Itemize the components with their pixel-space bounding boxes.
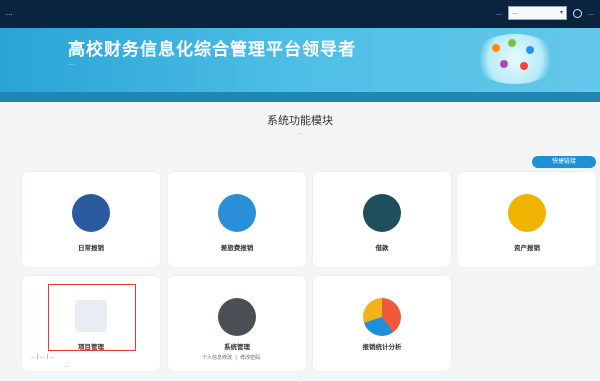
sublink-3[interactable]: …: [50, 354, 55, 360]
section-subtitle: …: [297, 130, 303, 136]
project-sublinks-2: …: [64, 363, 69, 369]
banner-ground: [0, 92, 600, 102]
module-card-system-management[interactable]: 系统管理 个人信息修改 | 修改密码: [168, 276, 306, 371]
system-name: …: [6, 9, 13, 17]
module-card-asset-reimbursement[interactable]: 资产报销: [458, 172, 596, 267]
module-label: 系统管理: [224, 343, 250, 351]
pie-chart-icon: [363, 298, 401, 336]
banner-title: 高校财务信息化综合管理平台领导者: [68, 40, 356, 60]
module-label: 差旅费报销: [220, 244, 254, 252]
module-label: 资产报销: [514, 244, 540, 252]
highlight-box: [48, 284, 136, 351]
module-card-loan[interactable]: 借款: [313, 172, 451, 267]
help-icon[interactable]: [573, 8, 582, 18]
sublink-1[interactable]: …: [30, 354, 35, 360]
top-right-link[interactable]: …: [588, 10, 594, 17]
network-tree-illustration: [472, 34, 558, 84]
module-label: 借款: [375, 244, 389, 252]
project-sublinks: … | … | …: [30, 354, 55, 360]
module-card-travel-reimbursement[interactable]: 差旅费报销: [168, 172, 306, 267]
top-right-area: … … …: [496, 6, 594, 20]
current-user: …: [496, 9, 502, 17]
calculator-icon: [508, 194, 546, 232]
gear-icon: [218, 298, 256, 336]
module-label: 报销统计分析: [362, 343, 402, 351]
coin-person-icon: [72, 194, 110, 232]
sublink-profile[interactable]: 个人信息修改: [202, 355, 232, 361]
module-label: 日常报销: [78, 244, 104, 252]
footer-text: …: [297, 374, 303, 379]
module-card-reimbursement-statistics[interactable]: 报销统计分析: [313, 276, 451, 371]
module-select[interactable]: …: [508, 6, 567, 20]
hero-banner: 高校财务信息化综合管理平台领导者 …: [0, 28, 600, 102]
top-bar: … … … …: [0, 0, 600, 28]
sublink-2[interactable]: …: [40, 354, 45, 360]
wallet-icon: [363, 194, 401, 232]
sublink-4[interactable]: …: [64, 363, 69, 369]
airplane-icon: [218, 194, 256, 232]
quick-links-button[interactable]: 快捷链接: [532, 156, 596, 168]
system-sublinks: 个人信息修改 | 修改密码: [202, 355, 261, 361]
banner-subtitle: …: [68, 59, 75, 67]
section-title: 系统功能模块: [267, 114, 333, 127]
sublink-password[interactable]: 修改密码: [240, 355, 260, 361]
module-card-daily-reimbursement[interactable]: 日常报销: [22, 172, 160, 267]
